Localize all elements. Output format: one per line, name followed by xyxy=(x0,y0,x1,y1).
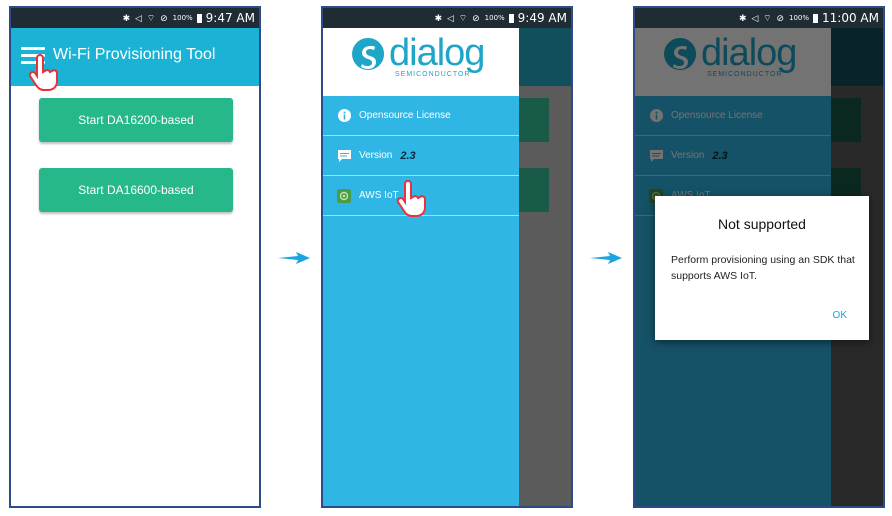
phone-screen-dialog: ✱ ◁ ⌔ ⊘ 100% 11:00 AM dialog SEMICONDUCT… xyxy=(633,6,885,508)
status-icons: ✱ ◁ ⌔ ⊘ xyxy=(434,13,481,24)
dialog-logo-icon xyxy=(352,38,385,70)
status-bar: ✱ ◁ ⌔ ⊘ 100% 11:00 AM xyxy=(635,8,883,28)
dialog-title: Not supported xyxy=(718,216,806,232)
drawer-item-opensource-license[interactable]: Opensource License xyxy=(323,96,519,136)
dialog-logo: dialog SEMICONDUCTOR xyxy=(351,32,511,84)
drawer-item-label: AWS IoT xyxy=(359,190,399,201)
drawer-item-label: Opensource License xyxy=(359,110,451,121)
battery-icon xyxy=(196,13,202,23)
battery-icon xyxy=(508,13,514,23)
info-icon xyxy=(337,109,351,123)
logo-text: dialog xyxy=(389,32,485,74)
status-time: 9:47 AM xyxy=(205,11,255,25)
status-bar: ✱ ◁ ⌔ ⊘ 100% 9:47 AM xyxy=(11,8,259,28)
arrow-right-icon xyxy=(590,252,622,264)
not-supported-dialog: Not supported Perform provisioning using… xyxy=(655,196,869,340)
ok-button[interactable]: OK xyxy=(833,310,847,321)
arrow-right-icon xyxy=(278,252,310,264)
drawer-header: dialog SEMICONDUCTOR xyxy=(323,28,519,96)
tap-hand-icon xyxy=(396,180,426,217)
start-da16200-button[interactable]: Start DA16200-based xyxy=(39,98,233,142)
drawer-item-version[interactable]: Version 2.3 xyxy=(323,136,519,176)
battery-level: 100% xyxy=(484,14,505,22)
drawer-item-label: Version xyxy=(359,150,393,161)
battery-level: 100% xyxy=(172,14,193,22)
aws-iot-icon xyxy=(337,188,351,203)
message-icon xyxy=(337,149,351,163)
dimmed-background[interactable] xyxy=(519,28,571,506)
status-time: 11:00 AM xyxy=(822,11,879,25)
tap-hand-icon xyxy=(28,54,58,91)
battery-level: 100% xyxy=(789,14,810,22)
status-icons: ✱ ◁ ⌔ ⊘ xyxy=(122,13,169,24)
start-da16600-button[interactable]: Start DA16600-based xyxy=(39,168,233,212)
status-time: 9:49 AM xyxy=(517,11,567,25)
dialog-message: Perform provisioning using an SDK that s… xyxy=(671,254,855,282)
navigation-drawer: dialog SEMICONDUCTOR Opensource License … xyxy=(323,28,519,506)
logo-subtitle: SEMICONDUCTOR xyxy=(395,71,471,78)
version-value: 2.3 xyxy=(400,149,416,162)
phone-screen-drawer: ✱ ◁ ⌔ ⊘ 100% 9:49 AM dialog SEMICONDUCTO… xyxy=(321,6,573,508)
phone-screen-main: ✱ ◁ ⌔ ⊘ 100% 9:47 AM Wi-Fi Provisioning … xyxy=(9,6,261,508)
battery-icon xyxy=(813,13,819,23)
status-bar: ✱ ◁ ⌔ ⊘ 100% 9:49 AM xyxy=(323,8,571,28)
app-title: Wi-Fi Provisioning Tool xyxy=(53,46,216,63)
status-icons: ✱ ◁ ⌔ ⊘ xyxy=(738,13,786,24)
